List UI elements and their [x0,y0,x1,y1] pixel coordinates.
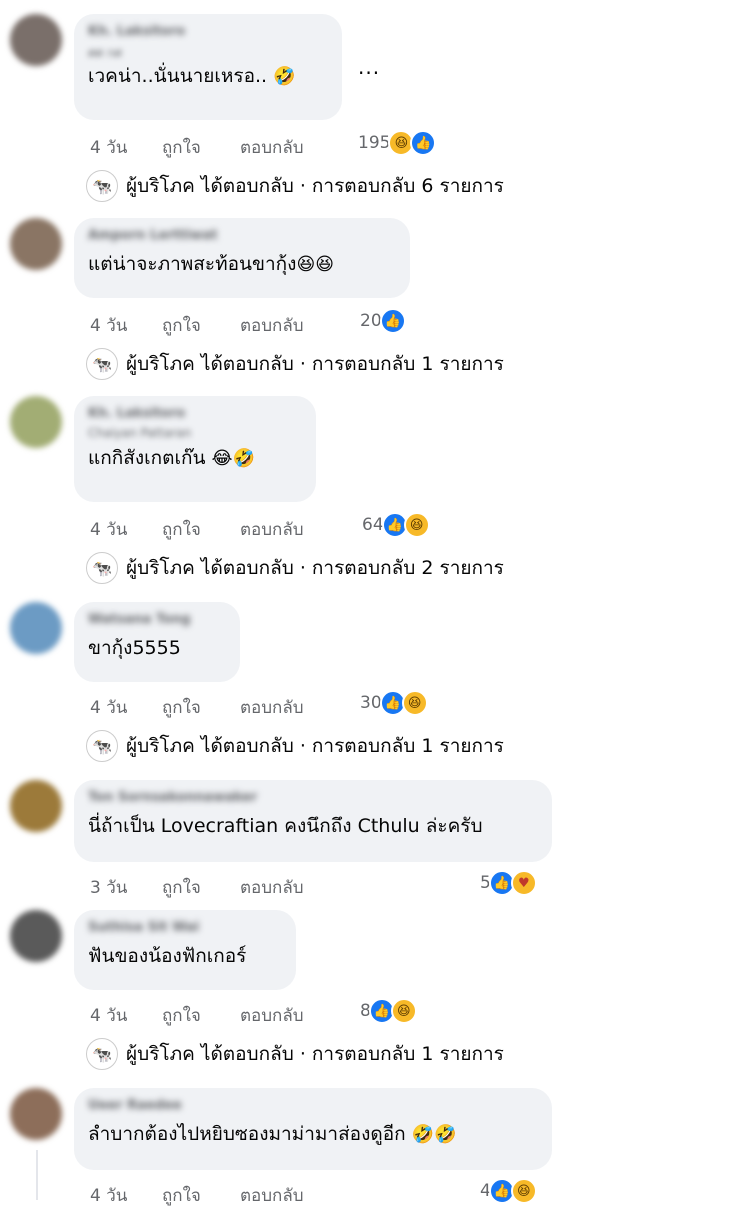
reaction-summary[interactable]: 30 👍 😆 [360,690,428,716]
comment-text: ลำบากต้องไปหยิบซองมาม่ามาส่องดูอีก 🤣🤣 [88,1123,457,1145]
reaction-count: 195 [358,133,391,153]
comment-author[interactable]: Ueer Raedee [88,1098,538,1114]
comment-text: นี่ถ้าเป็น Lovecraftian คงนึกถึง Cthulu … [88,815,483,837]
view-replies-link[interactable]: 🐄 ผู้บริโภค ได้ตอบกลับ · การตอบกลับ 1 รา… [86,730,504,762]
comment-time[interactable]: 4 วัน [90,516,127,543]
page-avatar-icon: 🐄 [86,348,118,380]
reaction-summary[interactable]: 4 👍 😆 [480,1178,537,1204]
comment-text: แกกิสังเกตเก๊น 😂🤣 [88,447,255,469]
more-options-icon[interactable]: ... [358,55,380,79]
reply-button[interactable]: ตอบกลับ [240,1182,304,1209]
comment-time[interactable]: 4 วัน [90,694,127,721]
view-replies-link[interactable]: 🐄 ผู้บริโภค ได้ตอบกลับ · การตอบกลับ 6 รา… [86,170,504,202]
page-avatar-icon: 🐄 [86,1038,118,1070]
comment-bubble: Amporn Lerttiwat แต่น่าจะภาพสะท้อนขากุ้ง… [74,218,410,298]
avatar[interactable] [10,1088,62,1140]
comment-time[interactable]: 4 วัน [90,134,127,161]
like-button[interactable]: ถูกใจ [162,516,201,543]
comment-author[interactable]: Kh. Laksitoro [88,406,302,422]
avatar[interactable] [10,218,62,270]
reaction-summary[interactable]: 8 👍 😆 [360,998,417,1024]
reply-button[interactable]: ตอบกลับ [240,312,304,339]
comment-bubble: Watsana Tong ขากุ้ง5555 [74,602,240,682]
view-replies-link[interactable]: 🐄 ผู้บริโภค ได้ตอบกลับ · การตอบกลับ 1 รา… [86,1038,504,1070]
replies-summary: ได้ตอบกลับ · การตอบกลับ 6 รายการ [200,175,504,197]
comment-bubble: Ton Sornsakonnawaker นี่ถ้าเป็น Lovecraf… [74,780,552,862]
reply-button[interactable]: ตอบกลับ [240,694,304,721]
replier-name: ผู้บริโภค [126,735,195,757]
avatar[interactable] [10,14,62,66]
like-button[interactable]: ถูกใจ [162,1002,201,1029]
comment-author[interactable]: Kh. Laksitoro [88,24,328,40]
avatar[interactable] [10,396,62,448]
reaction-summary[interactable]: 64 👍 😆 [362,512,430,538]
comment-author[interactable]: Watsana Tong [88,612,226,628]
comment-time[interactable]: 4 วัน [90,312,127,339]
emoji: 😆😆 [296,254,334,275]
reply-button[interactable]: ตอบกลับ [240,516,304,543]
care-reaction-icon: ♥ [510,870,537,896]
comment-author[interactable]: Ton Sornsakonnawaker [88,790,538,806]
reply-button[interactable]: ตอบกลับ [240,1002,304,1029]
replies-summary: ได้ตอบกลับ · การตอบกลับ 1 รายการ [200,1043,504,1065]
like-button[interactable]: ถูกใจ [162,694,201,721]
view-replies-link[interactable]: 🐄 ผู้บริโภค ได้ตอบกลับ · การตอบกลับ 1 รา… [86,348,504,380]
replier-name: ผู้บริโภค [126,353,195,375]
like-button[interactable]: ถูกใจ [162,874,201,901]
comment-bubble: Ueer Raedee ลำบากต้องไปหยิบซองมาม่ามาส่อ… [74,1088,552,1170]
haha-reaction-icon: 😆 [401,690,428,716]
like-reaction-icon: 👍 [379,308,406,334]
reply-button[interactable]: ตอบกลับ [240,874,304,901]
comment-author-sub: Chaiyan Pattaran [88,426,192,440]
haha-reaction-icon: 😆 [510,1178,537,1204]
emoji: 🤣 [273,66,296,87]
comment-author[interactable]: Suthisa Sit Wai [88,920,282,936]
page-avatar-icon: 🐄 [86,730,118,762]
comment-bubble: Kh. Laksitoro ศศ กศ เวคน่า..นั่นนายเหรอ.… [74,14,342,120]
comment-text: ฟันของน้องฟักเกอร์ [88,945,247,967]
comment-author-sub: ศศ กศ [88,46,122,60]
thread-line [36,1150,38,1200]
replies-summary: ได้ตอบกลับ · การตอบกลับ 1 รายการ [200,735,504,757]
reaction-count: 30 [360,693,382,713]
comment-time[interactable]: 3 วัน [90,874,127,901]
like-reaction-icon: 👍 [410,130,437,156]
comment-time[interactable]: 4 วัน [90,1002,127,1029]
comment-bubble: Suthisa Sit Wai ฟันของน้องฟักเกอร์ [74,910,296,990]
reaction-count: 20 [360,311,382,331]
view-replies-link[interactable]: 🐄 ผู้บริโภค ได้ตอบกลับ · การตอบกลับ 2 รา… [86,552,504,584]
replier-name: ผู้บริโภค [126,557,195,579]
avatar[interactable] [10,910,62,962]
emoji: 😂🤣 [211,448,255,469]
avatar[interactable] [10,780,62,832]
like-button[interactable]: ถูกใจ [162,134,201,161]
reaction-summary[interactable]: 195 😆 👍 [358,130,437,156]
comment-time[interactable]: 4 วัน [90,1182,127,1209]
comment-author[interactable]: Amporn Lerttiwat [88,228,396,244]
like-button[interactable]: ถูกใจ [162,312,201,339]
page-avatar-icon: 🐄 [86,552,118,584]
comment-text: แต่น่าจะภาพสะท้อนขากุ้ง😆😆 [88,253,334,275]
reaction-summary[interactable]: 20 👍 [360,308,406,334]
page-avatar-icon: 🐄 [86,170,118,202]
replier-name: ผู้บริโภค [126,175,195,197]
replies-summary: ได้ตอบกลับ · การตอบกลับ 1 รายการ [200,353,504,375]
haha-reaction-icon: 😆 [403,512,430,538]
reaction-summary[interactable]: 5 👍 ♥ [480,870,537,896]
reply-button[interactable]: ตอบกลับ [240,134,304,161]
replier-name: ผู้บริโภค [126,1043,195,1065]
replies-summary: ได้ตอบกลับ · การตอบกลับ 2 รายการ [200,557,504,579]
comment-text: ขากุ้ง5555 [88,637,181,659]
reaction-count: 64 [362,515,384,535]
like-button[interactable]: ถูกใจ [162,1182,201,1209]
haha-reaction-icon: 😆 [390,998,417,1024]
emoji: 🤣🤣 [411,1124,457,1145]
avatar[interactable] [10,602,62,654]
comment-bubble: Kh. Laksitoro Chaiyan Pattaran แกกิสังเก… [74,396,316,502]
comment-text: เวคน่า..นั่นนายเหรอ.. 🤣 [88,65,296,87]
